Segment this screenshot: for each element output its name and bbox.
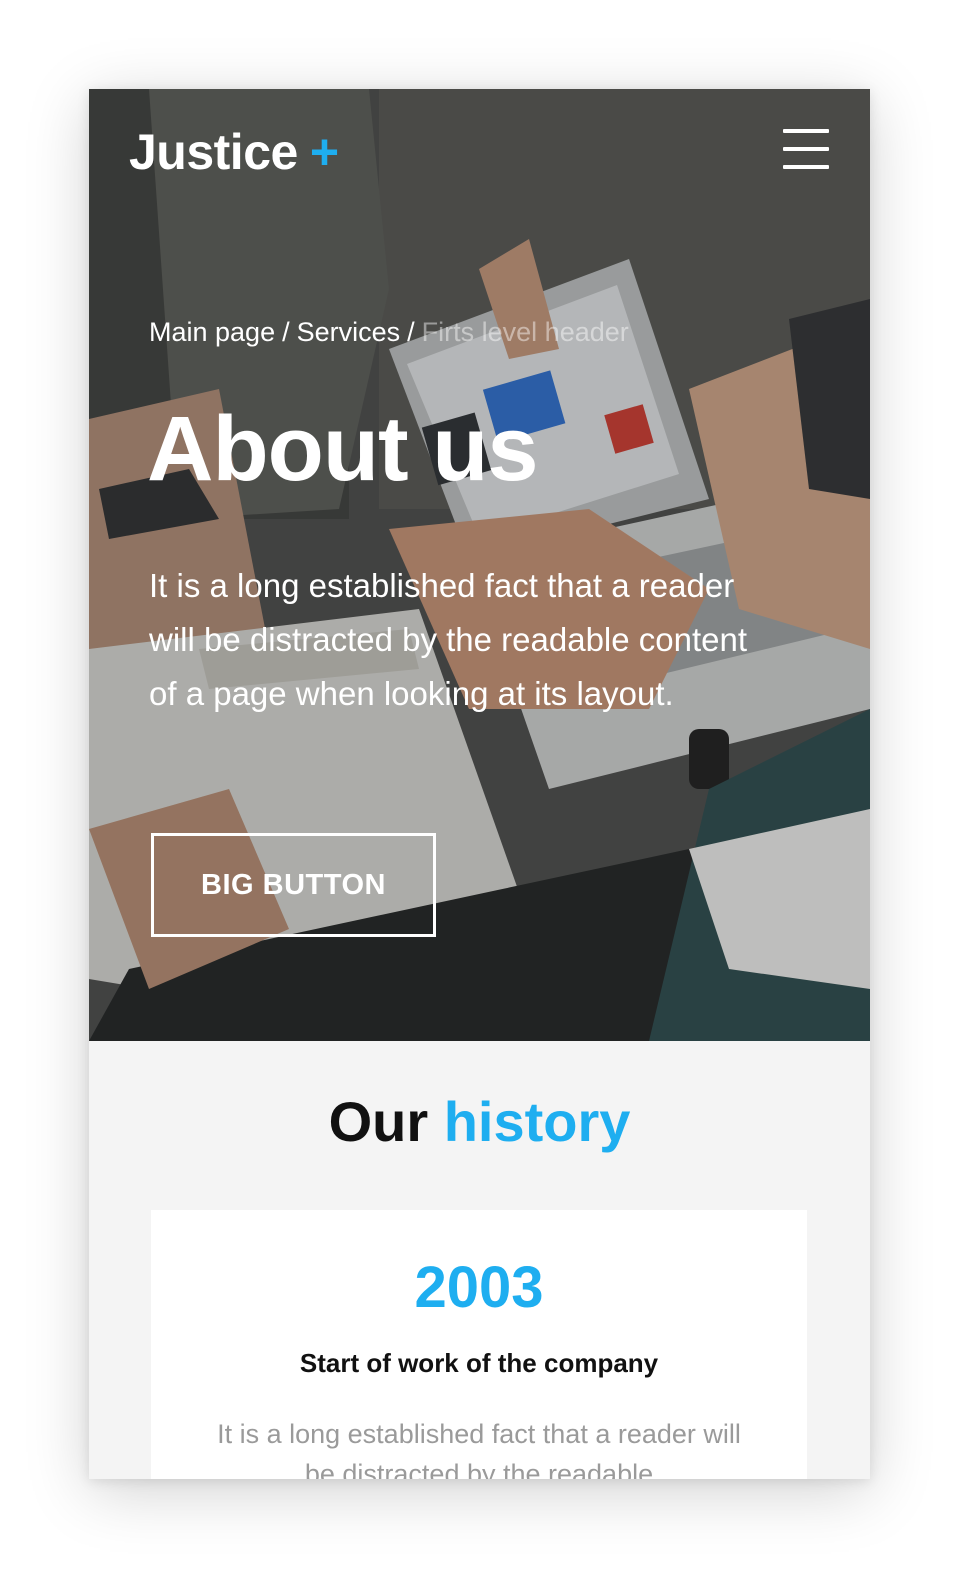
history-card-text: It is a long established fact that a rea… xyxy=(217,1419,741,1479)
hero-description: It is a long established fact that a rea… xyxy=(149,567,748,712)
brand-logo[interactable]: Justice + xyxy=(129,123,339,181)
history-heading: Our history xyxy=(89,1089,870,1154)
breadcrumb-item-services[interactable]: Services xyxy=(297,317,401,347)
page-background: Justice + Main page / Services / Firts level … xyxy=(0,0,969,1584)
breadcrumb-separator: / xyxy=(282,317,290,347)
history-card-title: Start of work of the company xyxy=(299,1348,659,1378)
brand-plus-mark: + xyxy=(309,124,339,180)
breadcrumb-item-main-page[interactable]: Main page xyxy=(149,317,275,347)
history-card-year: 2003 xyxy=(414,1255,544,1320)
breadcrumb-item-current: Firts level header xyxy=(421,317,629,347)
mobile-viewport: Justice + Main page / Services / Firts level … xyxy=(89,89,870,1479)
brand-name: Justice xyxy=(129,124,298,180)
breadcrumb-separator: / xyxy=(407,317,415,347)
big-button[interactable]: BIG BUTTON xyxy=(151,833,436,937)
hero-section: Justice + Main page / Services / Firts level … xyxy=(89,89,870,1041)
hamburger-menu-icon[interactable] xyxy=(783,129,829,171)
history-heading-main: Our xyxy=(328,1090,429,1153)
breadcrumb: Main page / Services / Firts level header xyxy=(149,317,629,348)
history-card: 2003 Start of work of the company It is … xyxy=(151,1210,807,1479)
history-heading-accent: history xyxy=(443,1090,631,1153)
page-title: About us xyxy=(147,398,539,500)
